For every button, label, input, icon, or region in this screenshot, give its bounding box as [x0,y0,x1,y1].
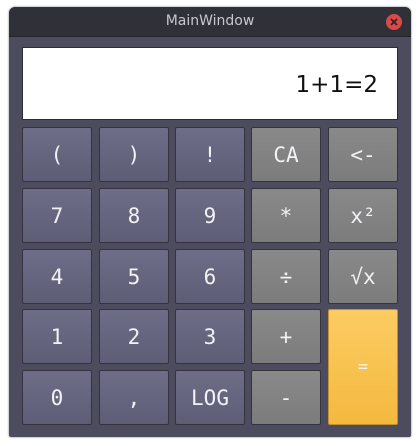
square-label: x² [350,203,376,228]
multiply-label: * [279,203,293,228]
digit-2-button[interactable]: 2 [99,309,169,364]
backspace-button[interactable]: <- [328,127,398,182]
comma-label: , [127,385,141,410]
backspace-label: <- [350,142,376,167]
digit-1-button[interactable]: 1 [22,309,92,364]
close-icon [390,18,398,26]
factorial-label: ! [203,142,217,167]
digit-5-label: 5 [127,264,141,289]
digit-2-label: 2 [127,324,141,349]
digit-9-button[interactable]: 9 [175,188,245,243]
window-title: MainWindow [165,13,255,29]
equals-button[interactable]: = [328,309,398,425]
digit-3-label: 3 [203,324,217,349]
comma-button[interactable]: , [99,370,169,425]
square-button[interactable]: x² [328,188,398,243]
open-paren-button[interactable]: ( [22,127,92,182]
digit-3-button[interactable]: 3 [175,309,245,364]
digit-1-label: 1 [50,324,64,349]
display-expression: 1+1=2 [295,72,378,98]
minus-label: - [279,385,293,410]
calculator-window: MainWindow 1+1=2 ( ) ! CA <- 7 8 9 * x² … [9,7,411,437]
digit-9-label: 9 [203,203,217,228]
log-label: LOG [191,385,229,410]
digit-0-button[interactable]: 0 [22,370,92,425]
digit-7-button[interactable]: 7 [22,188,92,243]
digit-6-label: 6 [203,264,217,289]
clear-all-button[interactable]: CA [251,127,321,182]
digit-7-label: 7 [50,203,64,228]
plus-button[interactable]: + [251,309,321,364]
divide-label: ÷ [279,264,293,289]
plus-label: + [279,324,293,349]
equals-label: = [357,357,369,377]
digit-8-label: 8 [127,203,141,228]
digit-4-button[interactable]: 4 [22,249,92,304]
minus-button[interactable]: - [251,370,321,425]
multiply-button[interactable]: * [251,188,321,243]
close-paren-button[interactable]: ) [99,127,169,182]
digit-4-label: 4 [50,264,64,289]
divide-button[interactable]: ÷ [251,249,321,304]
sqrt-button[interactable]: √x [328,249,398,304]
log-button[interactable]: LOG [175,370,245,425]
close-paren-label: ) [127,142,141,167]
digit-6-button[interactable]: 6 [175,249,245,304]
factorial-button[interactable]: ! [175,127,245,182]
digit-5-button[interactable]: 5 [99,249,169,304]
digit-0-label: 0 [50,385,64,410]
sqrt-label: √x [350,264,376,289]
digit-8-button[interactable]: 8 [99,188,169,243]
result-display: 1+1=2 [22,47,398,120]
close-button[interactable] [386,14,402,30]
title-bar[interactable]: MainWindow [9,7,411,37]
open-paren-label: ( [50,142,64,167]
clear-all-label: CA [273,142,299,167]
